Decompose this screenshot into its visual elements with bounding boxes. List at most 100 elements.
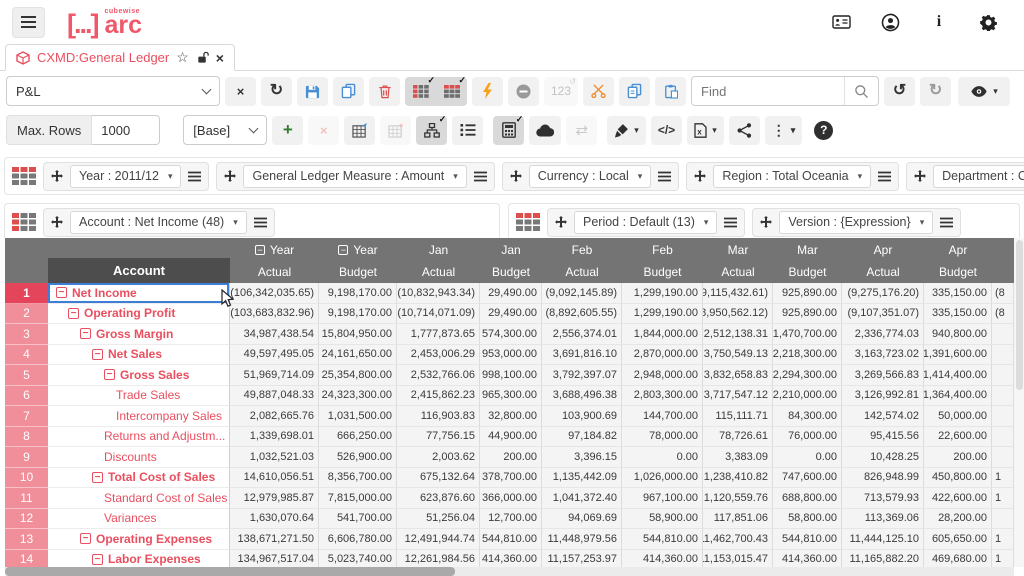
row-number[interactable]: 1 (5, 283, 48, 304)
value-cell[interactable]: 967,100.00 (622, 488, 703, 509)
value-cell[interactable]: 3,163,723.02 (842, 345, 924, 366)
value-cell[interactable]: 3,126,992.81 (842, 386, 924, 407)
vertical-scrollbar[interactable] (1014, 238, 1024, 567)
col-header-apr-budget[interactable]: AprBudget (924, 238, 992, 283)
user-icon[interactable] (880, 12, 900, 32)
value-cell[interactable]: 49,597,495.05 (230, 345, 319, 366)
move-icon[interactable] (51, 216, 63, 228)
row-number[interactable]: 11 (5, 488, 48, 509)
value-cell[interactable]: 22,600.00 (924, 427, 992, 448)
account-cell[interactable]: Standard Cost of Sales (48, 488, 230, 509)
export-excel-dropdown[interactable]: x ▾ (687, 116, 724, 145)
add-button[interactable]: + (272, 116, 303, 145)
dim-chip-gl-measure[interactable]: General Ledger Measure : Amount▾ (216, 162, 494, 191)
account-cell[interactable]: Trade Sales (48, 386, 230, 407)
value-cell[interactable]: 574,300.00 (480, 324, 542, 345)
row-number[interactable]: 9 (5, 447, 48, 468)
value-cell[interactable]: 142,574.02 (842, 406, 924, 427)
help-button[interactable]: ? (807, 116, 840, 145)
redo-button[interactable]: ↻ (920, 77, 951, 106)
subset-list-icon[interactable] (724, 217, 737, 228)
value-cell[interactable]: 3,269,566.83 (842, 365, 924, 386)
value-cell[interactable]: 1,844,000.00 (622, 324, 703, 345)
value-cell[interactable]: 10,428.25 (842, 447, 924, 468)
value-cell[interactable]: 2,218,300.00 (773, 345, 842, 366)
value-cell[interactable]: 84,300.00 (773, 406, 842, 427)
value-cell[interactable]: 24,323,300.00 (319, 386, 397, 407)
save-button[interactable] (297, 77, 328, 106)
columns-axis-icon[interactable] (12, 167, 36, 186)
value-cell[interactable]: 103,900.69 (542, 406, 622, 427)
info-icon[interactable]: i (929, 12, 949, 32)
value-cell-clipped[interactable] (992, 509, 1014, 530)
subset-list-icon[interactable] (940, 217, 953, 228)
value-cell[interactable]: 2,453,006.29 (397, 345, 480, 366)
subset-list-icon[interactable] (474, 171, 487, 182)
value-cell[interactable]: 3,396.15 (542, 447, 622, 468)
value-cell[interactable]: 3,383.09 (703, 447, 773, 468)
value-cell[interactable]: 544,810.00 (773, 529, 842, 550)
move-icon[interactable] (914, 170, 926, 182)
tab-general-ledger[interactable]: CXMD:General Ledger ☆ × (5, 44, 235, 71)
value-cell[interactable]: 666,250.00 (319, 427, 397, 448)
delete-button[interactable] (369, 77, 400, 106)
collapse-icon[interactable]: − (80, 328, 91, 339)
value-cell[interactable]: 34,987,438.54 (230, 324, 319, 345)
value-cell[interactable]: 335,150.00 (924, 304, 992, 325)
value-cell[interactable]: 11,462,700.43 (703, 529, 773, 550)
insert-table-button[interactable] (344, 116, 375, 145)
value-cell[interactable]: 6,606,780.00 (319, 529, 397, 550)
value-cell[interactable]: 116,903.83 (397, 406, 480, 427)
hamburger-menu-button[interactable] (12, 7, 45, 38)
subset-list-icon[interactable] (878, 171, 891, 182)
value-cell[interactable]: 940,800.00 (924, 324, 992, 345)
value-cell[interactable]: (8,892,605.55) (542, 304, 622, 325)
value-cell[interactable]: 117,851.06 (703, 509, 773, 530)
value-cell-clipped[interactable]: (8 (992, 283, 1014, 304)
value-cell[interactable]: 335,150.00 (924, 283, 992, 304)
dim-chip-department[interactable]: Department : Corporate▾ (906, 162, 1024, 191)
value-cell[interactable]: 49,887,048.33 (230, 386, 319, 407)
value-cell[interactable]: 688,800.00 (773, 488, 842, 509)
move-icon[interactable] (760, 216, 772, 228)
value-cell[interactable]: 3,750,549.13 (703, 345, 773, 366)
value-cell[interactable]: 450,800.00 (924, 468, 992, 489)
account-cell[interactable]: −Gross Sales (48, 365, 230, 386)
value-cell[interactable]: 3,688,496.38 (542, 386, 622, 407)
account-cell[interactable]: Discounts (48, 447, 230, 468)
value-cell[interactable]: 51,256.04 (397, 509, 480, 530)
collapse-icon[interactable]: − (338, 245, 348, 255)
dim-chip-version[interactable]: Version : {Expression}▾ (752, 208, 961, 237)
copy-range-button[interactable] (619, 77, 650, 106)
value-cell[interactable]: 953,000.00 (480, 345, 542, 366)
value-cell[interactable]: 9,198,170.00 (319, 283, 397, 304)
close-view-button[interactable]: × (225, 77, 256, 106)
refresh-button[interactable]: ↻ (261, 77, 292, 106)
subset-list-icon[interactable] (188, 171, 201, 182)
cloud-download-button[interactable] (529, 116, 561, 145)
value-cell[interactable]: 78,000.00 (622, 427, 703, 448)
value-cell[interactable]: 2,336,774.03 (842, 324, 924, 345)
move-icon[interactable] (51, 170, 63, 182)
dim-chip-year[interactable]: Year : 2011/12▾ (43, 162, 209, 191)
share-button[interactable] (729, 116, 760, 145)
col-header-year-actual[interactable]: −YearActual (230, 238, 319, 283)
value-cell[interactable]: 544,810.00 (480, 529, 542, 550)
number-format-button[interactable]: 123↺ (544, 77, 578, 106)
account-cell[interactable]: −Net Income (48, 283, 230, 304)
horizontal-scrollbar-thumb[interactable] (5, 567, 455, 576)
value-cell[interactable]: 965,300.00 (480, 386, 542, 407)
max-rows-input[interactable] (92, 115, 160, 145)
value-cell[interactable]: 3,717,547.12 (703, 386, 773, 407)
value-cell[interactable]: 14,610,056.51 (230, 468, 319, 489)
value-cell[interactable]: 8,356,700.00 (319, 468, 397, 489)
value-cell-clipped[interactable] (992, 406, 1014, 427)
favorite-star-icon[interactable]: ☆ (176, 49, 189, 66)
value-cell[interactable]: (10,714,071.09) (397, 304, 480, 325)
value-cell[interactable]: 115,111.71 (703, 406, 773, 427)
value-cell[interactable]: 7,815,000.00 (319, 488, 397, 509)
row-dimension-toggle[interactable] (405, 77, 436, 106)
col-header-jan-actual[interactable]: JanActual (397, 238, 480, 283)
dim-chip-currency[interactable]: Currency : Local▾ (502, 162, 680, 191)
value-cell[interactable]: (9,115,432.61) (703, 283, 773, 304)
